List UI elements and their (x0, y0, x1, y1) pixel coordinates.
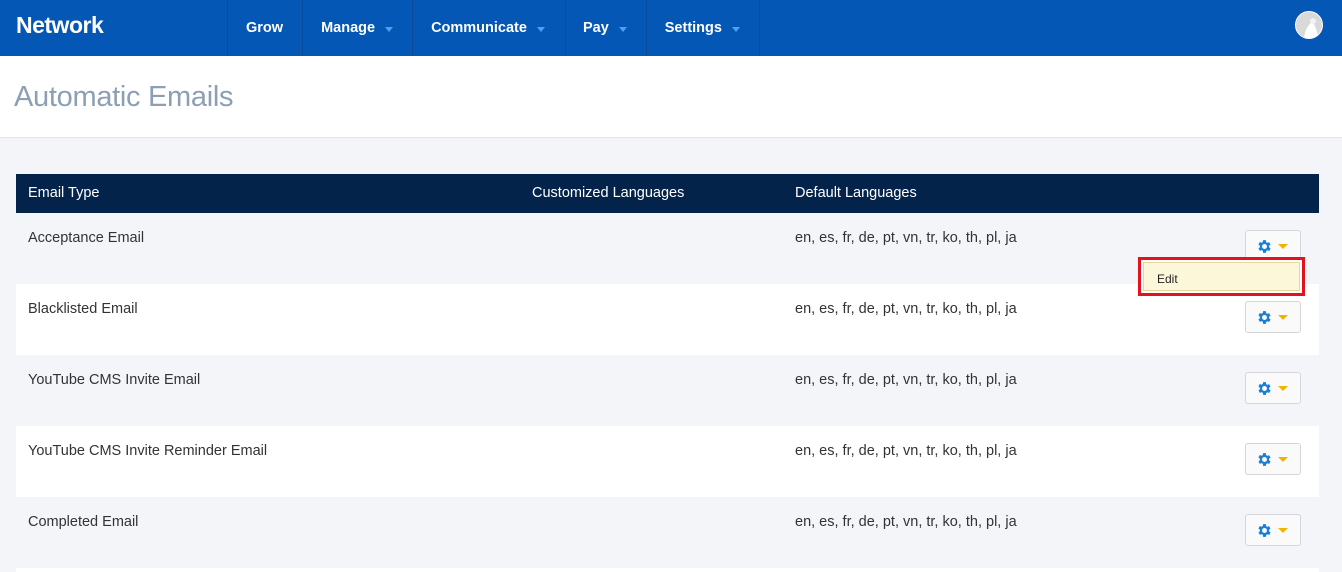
default-languages-cell: en, es, fr, de, pt, vn, tr, ko, th, pl, … (795, 301, 1017, 317)
top-navigation-bar: Network Grow Manage Communicate Pay Sett… (0, 0, 1342, 56)
row-actions-button[interactable] (1245, 443, 1301, 475)
caret-down-icon (1278, 457, 1288, 462)
chevron-down-icon (618, 26, 627, 32)
column-header-default-languages: Default Languages (795, 185, 917, 201)
page-title: Automatic Emails (14, 81, 234, 113)
row-actions-button[interactable] (1245, 301, 1301, 333)
nav-item-label: Grow (246, 20, 284, 36)
table-header: Email Type Customized Languages Default … (16, 174, 1319, 213)
nav-item-communicate[interactable]: Communicate (412, 0, 565, 56)
main-menu: Grow Manage Communicate Pay Settings (227, 0, 760, 56)
caret-down-icon (1278, 528, 1288, 533)
table-row: Completed Email en, es, fr, de, pt, vn, … (16, 497, 1319, 568)
user-avatar-icon (1296, 12, 1322, 38)
nav-item-manage[interactable]: Manage (302, 0, 412, 56)
column-header-customized-languages: Customized Languages (532, 185, 685, 201)
email-type-cell: Completed Email (28, 514, 139, 530)
nav-item-pay[interactable]: Pay (564, 0, 646, 56)
gear-icon (1258, 524, 1271, 537)
row-actions-button[interactable] (1245, 372, 1301, 404)
dropdown-item-edit[interactable]: Edit (1143, 262, 1300, 291)
row-actions-dropdown: Edit (1138, 257, 1305, 296)
email-type-cell: Acceptance Email (28, 230, 145, 246)
chevron-down-icon (536, 26, 545, 32)
column-header-email-type: Email Type (28, 185, 100, 201)
default-languages-cell: en, es, fr, de, pt, vn, tr, ko, th, pl, … (795, 230, 1017, 246)
gear-icon (1258, 382, 1271, 395)
email-type-cell: YouTube CMS Invite Email (28, 372, 201, 388)
row-actions-button[interactable] (1245, 514, 1301, 546)
brand-logo[interactable]: Network (16, 12, 104, 39)
table-row: Acceptance Email en, es, fr, de, pt, vn,… (16, 213, 1319, 284)
email-type-cell: Blacklisted Email (28, 301, 138, 317)
caret-down-icon (1278, 244, 1288, 249)
chevron-down-icon (731, 26, 740, 32)
default-languages-cell: en, es, fr, de, pt, vn, tr, ko, th, pl, … (795, 443, 1017, 459)
table-row: YouTube CMS Invite Reminder Email en, es… (16, 426, 1319, 497)
nav-item-grow[interactable]: Grow (227, 0, 302, 56)
table-row: Blacklisted Email en, es, fr, de, pt, vn… (16, 284, 1319, 355)
nav-item-label: Communicate (431, 20, 527, 36)
page-header: Automatic Emails (0, 56, 1342, 138)
nav-item-label: Pay (582, 20, 609, 36)
nav-item-label: Manage (321, 20, 376, 36)
default-languages-cell: en, es, fr, de, pt, vn, tr, ko, th, pl, … (795, 514, 1017, 530)
nav-item-label: Settings (664, 20, 722, 36)
gear-icon (1258, 453, 1271, 466)
table-row-partial (16, 568, 1319, 572)
gear-icon (1258, 311, 1271, 324)
default-languages-cell: en, es, fr, de, pt, vn, tr, ko, th, pl, … (795, 372, 1017, 388)
avatar[interactable] (1295, 11, 1323, 39)
nav-item-settings[interactable]: Settings (645, 0, 760, 56)
caret-down-icon (1278, 386, 1288, 391)
gear-icon (1258, 240, 1271, 253)
email-type-cell: YouTube CMS Invite Reminder Email (28, 443, 268, 459)
chevron-down-icon (385, 26, 394, 32)
table-row: YouTube CMS Invite Email en, es, fr, de,… (16, 355, 1319, 426)
caret-down-icon (1278, 315, 1288, 320)
